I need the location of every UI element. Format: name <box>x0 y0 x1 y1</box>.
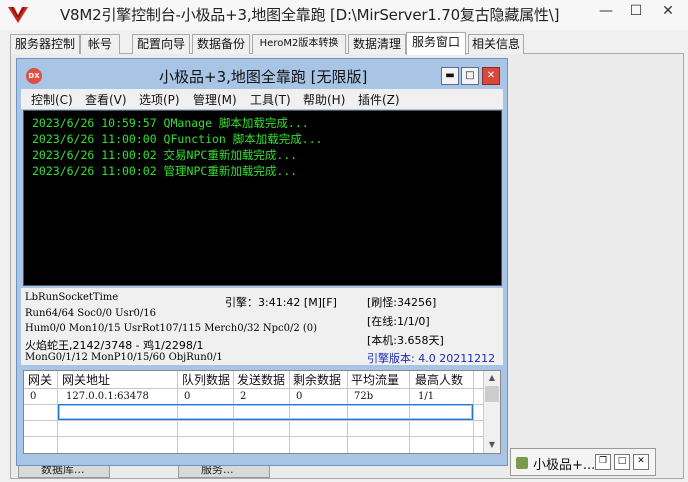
title-bar: V8M2引擎控制台-小极品+3,地图全靠跑 [D:\MirServer1.70复… <box>0 0 688 30</box>
local-uptime-text: [本机:3.658天] <box>367 334 444 347</box>
menu-help[interactable]: 帮助(H) <box>303 91 345 108</box>
scroll-down-icon[interactable]: ▼ <box>484 438 500 452</box>
scroll-thumb[interactable] <box>485 386 499 402</box>
window-title: V8M2引擎控制台-小极品+3,地图全靠跑 [D:\MirServer1.70复… <box>60 6 560 24</box>
child-maximize-button[interactable]: □ <box>461 67 479 85</box>
table-cell[interactable]: 2 <box>240 389 246 405</box>
dx-logo-icon: DX <box>26 68 42 84</box>
table-cell[interactable]: 0 <box>296 389 302 405</box>
selected-row[interactable] <box>58 404 473 420</box>
monster-stats-text: 火焰蛇王,2142/3748 - 鸡1/2298/1 <box>25 339 204 352</box>
table-cell[interactable]: 127.0.0.1:63478 <box>66 389 149 405</box>
child-window-title: 小极品+3,地图全靠跑 [无限版] <box>159 68 368 86</box>
main-window: V8M2引擎控制台-小极品+3,地图全靠跑 [D:\MirServer1.70复… <box>0 0 688 482</box>
service-child-window: DX 小极品+3,地图全靠跑 [无限版] ▬ □ ✕ 控制(C) 查看(V) 选… <box>16 58 508 466</box>
gateway-table[interactable]: 网关 网关地址 队列数据 发送数据 剩余数据 平均流量 最高人数 0 127.0… <box>23 370 501 454</box>
refresh-count-text: [刷怪:34256] <box>367 296 437 309</box>
mon-gen-text: MonG0/1/12 MonP10/15/60 ObjRun0/1 <box>25 352 223 363</box>
log-line: 2023/6/26 11:00:00 QFunction 脚本加载完成... <box>32 132 323 146</box>
hum-stats-text: Hum0/0 Mon10/15 UsrRot107/115 Merch0/32 … <box>25 323 318 334</box>
status-panel: LbRunSocketTime Run64/64 Soc0/0 Usr0/16 … <box>21 288 503 365</box>
scroll-up-icon[interactable]: ▲ <box>484 371 500 385</box>
col-header-remaining[interactable]: 剩余数据 <box>293 372 341 388</box>
minimized-window-title[interactable]: 小极品+... <box>533 454 595 473</box>
log-console[interactable]: 2023/6/26 10:59:57 QManage 脚本加载完成... 202… <box>23 110 502 286</box>
table-scrollbar[interactable]: ▲ ▼ <box>483 371 500 453</box>
menu-plugins[interactable]: 插件(Z) <box>358 91 400 108</box>
online-count-text: [在线:1/1/0] <box>367 315 430 328</box>
table-cell[interactable]: 72b <box>354 389 373 405</box>
log-line: 2023/6/26 11:00:02 管理NPC重新加载完成... <box>32 164 298 178</box>
minimized-child-window[interactable]: 小极品+... ❐ □ ✕ <box>510 448 656 476</box>
child-title-bar: DX 小极品+3,地图全靠跑 [无限版] ▬ □ ✕ <box>17 59 507 89</box>
col-header-gateway[interactable]: 网关 <box>28 372 52 388</box>
mini-restore-button[interactable]: ❐ <box>595 454 611 470</box>
tab-data-backup[interactable]: 数据备份 <box>192 34 250 54</box>
socket-time-text: LbRunSocketTime <box>25 292 119 303</box>
menu-bar: 控制(C) 查看(V) 选项(P) 管理(M) 工具(T) 帮助(H) 插件(Z… <box>21 89 503 109</box>
child-minimize-button[interactable]: ▬ <box>441 67 459 85</box>
table-cell[interactable]: 0 <box>30 389 36 405</box>
col-header-address[interactable]: 网关地址 <box>62 372 110 388</box>
col-header-queue[interactable]: 队列数据 <box>182 372 230 388</box>
tab-server-control[interactable]: 服务器控制 <box>10 34 80 54</box>
col-header-avg-traffic[interactable]: 平均流量 <box>351 372 399 388</box>
run-stats-text: Run64/64 Soc0/0 Usr0/16 <box>25 308 156 319</box>
restore-button[interactable]: ☐ <box>622 0 650 24</box>
mini-maximize-button[interactable]: □ <box>614 454 630 470</box>
col-header-sent[interactable]: 发送数据 <box>237 372 285 388</box>
log-line: 2023/6/26 11:00:02 交易NPC重新加载完成... <box>32 148 298 162</box>
tab-herom2-convert[interactable]: HeroM2版本转换 <box>252 34 346 54</box>
menu-tools[interactable]: 工具(T) <box>250 91 291 108</box>
col-header-max-users[interactable]: 最高人数 <box>415 372 463 388</box>
tab-data-clean[interactable]: 数据清理 <box>348 34 406 54</box>
tab-config-wizard[interactable]: 配置向导 <box>132 34 190 54</box>
child-close-button[interactable]: ✕ <box>482 67 500 85</box>
menu-control[interactable]: 控制(C) <box>31 91 73 108</box>
window-icon <box>516 457 528 469</box>
tab-service-window[interactable]: 服务窗口 <box>406 32 466 55</box>
minimize-button[interactable]: — <box>592 0 620 24</box>
log-line: 2023/6/26 10:59:57 QManage 脚本加载完成... <box>32 116 309 130</box>
engine-version-text: 引擎版本: 4.0 20211212 <box>367 352 496 365</box>
menu-manage[interactable]: 管理(M) <box>193 91 237 108</box>
table-cell[interactable]: 1/1 <box>418 389 434 405</box>
menu-view[interactable]: 查看(V) <box>85 91 127 108</box>
engine-time-text: 引擎：3:41:42 [M][F] <box>225 296 337 309</box>
table-cell[interactable]: 0 <box>184 389 190 405</box>
mini-close-button[interactable]: ✕ <box>633 454 649 470</box>
close-button[interactable]: ✕ <box>654 0 682 24</box>
tab-related-info[interactable]: 相关信息 <box>468 34 524 54</box>
tab-account[interactable]: 帐号 <box>80 34 120 54</box>
menu-options[interactable]: 选项(P) <box>139 91 180 108</box>
app-logo-icon <box>8 6 28 23</box>
